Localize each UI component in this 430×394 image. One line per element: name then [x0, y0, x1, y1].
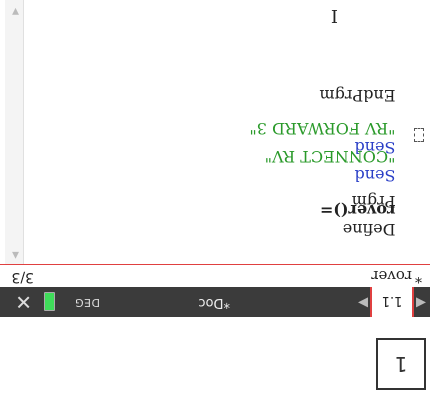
program-editor[interactable]: Define rover()= Prgm Send "CONNECT RV" S…: [0, 0, 430, 264]
close-icon[interactable]: ✕: [15, 290, 32, 314]
calculator-screen: ◀ 1.1 ▶ *Doc DEG ✕ * rover 3/3 Define ro…: [0, 0, 430, 394]
tab-bar: ◀ 1.1 ▶ *Doc DEG ✕: [0, 283, 430, 317]
document-title: *Doc: [198, 295, 230, 310]
page-number-box: 1: [376, 338, 426, 390]
tab-label: 1.1: [381, 293, 403, 309]
code-line-endprgm[interactable]: EndPrgm: [319, 67, 426, 124]
empty-line-cursor-box[interactable]: [414, 128, 424, 142]
keyword-send: Send: [354, 138, 396, 157]
scroll-up-icon[interactable]: ▲: [12, 250, 19, 260]
scroll-down-icon[interactable]: ▼: [12, 6, 19, 16]
nav-next-arrow-icon[interactable]: ▶: [358, 295, 368, 310]
battery-icon: [44, 292, 55, 311]
program-status-row: * rover 3/3: [0, 264, 430, 287]
angle-mode-indicator: DEG: [74, 296, 100, 309]
nav-prev-arrow-icon[interactable]: ◀: [416, 295, 426, 310]
program-name: rover: [371, 267, 412, 285]
line-position: 3/3: [11, 269, 34, 285]
keyword-endprgm: EndPrgm: [319, 86, 396, 105]
editor-scrollbar[interactable]: ▲ ▼: [5, 0, 24, 264]
page-number: 1: [394, 352, 408, 376]
tab-page-1-1[interactable]: 1.1: [370, 283, 414, 317]
modified-marker: *: [415, 269, 422, 285]
text-cursor-icon: I: [330, 5, 338, 26]
